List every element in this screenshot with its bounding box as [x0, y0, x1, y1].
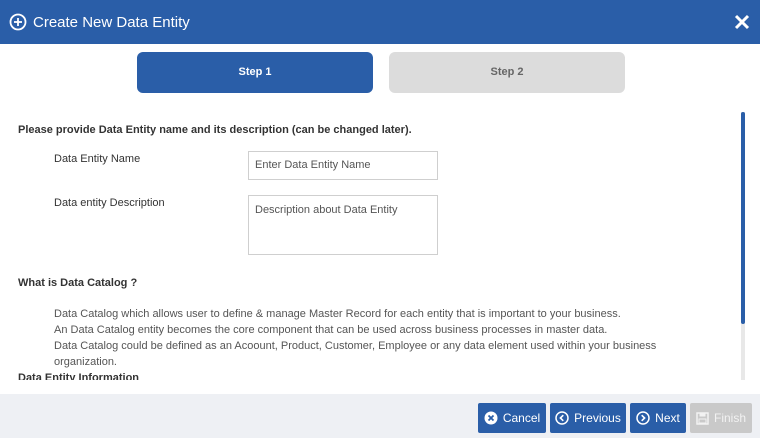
catalog-line-1: Data Catalog which allows user to define… — [54, 308, 621, 320]
cancel-button[interactable]: Cancel — [478, 403, 546, 433]
form-intro: Please provide Data Entity name and its … — [18, 124, 412, 136]
description-label: Data entity Description — [54, 197, 165, 209]
form-content: Please provide Data Entity name and its … — [0, 108, 740, 380]
cancel-icon — [484, 411, 498, 425]
close-icon[interactable] — [733, 13, 751, 31]
finish-label: Finish — [713, 411, 746, 425]
catalog-line-2: An Data Catalog entity becomes the core … — [54, 324, 608, 336]
chevron-left-icon — [555, 411, 569, 425]
next-label: Next — [655, 411, 680, 425]
entity-description-textarea[interactable]: Description about Data Entity — [248, 195, 438, 255]
add-circle-icon — [9, 13, 27, 31]
catalog-heading: What is Data Catalog ? — [18, 277, 138, 289]
chevron-right-icon — [636, 411, 650, 425]
entity-name-input[interactable]: Enter Data Entity Name — [248, 151, 438, 180]
save-icon — [696, 411, 709, 425]
catalog-line-3: Data Catalog could be defined as an Acoo… — [54, 340, 657, 368]
step-1-tab[interactable]: Step 1 — [137, 52, 373, 93]
cancel-label: Cancel — [502, 411, 541, 425]
scrollbar-thumb[interactable] — [741, 112, 745, 324]
dialog-title: Create New Data Entity — [33, 14, 190, 31]
name-label: Data Entity Name — [54, 153, 141, 165]
dialog-header: Create New Data Entity — [0, 0, 760, 44]
previous-label: Previous — [574, 411, 621, 425]
finish-button[interactable]: Finish — [690, 403, 752, 433]
next-button[interactable]: Next — [630, 403, 686, 433]
entity-info-heading: Data Entity Information — [18, 372, 140, 380]
step-2-tab[interactable]: Step 2 — [389, 52, 625, 93]
previous-button[interactable]: Previous — [550, 403, 626, 433]
